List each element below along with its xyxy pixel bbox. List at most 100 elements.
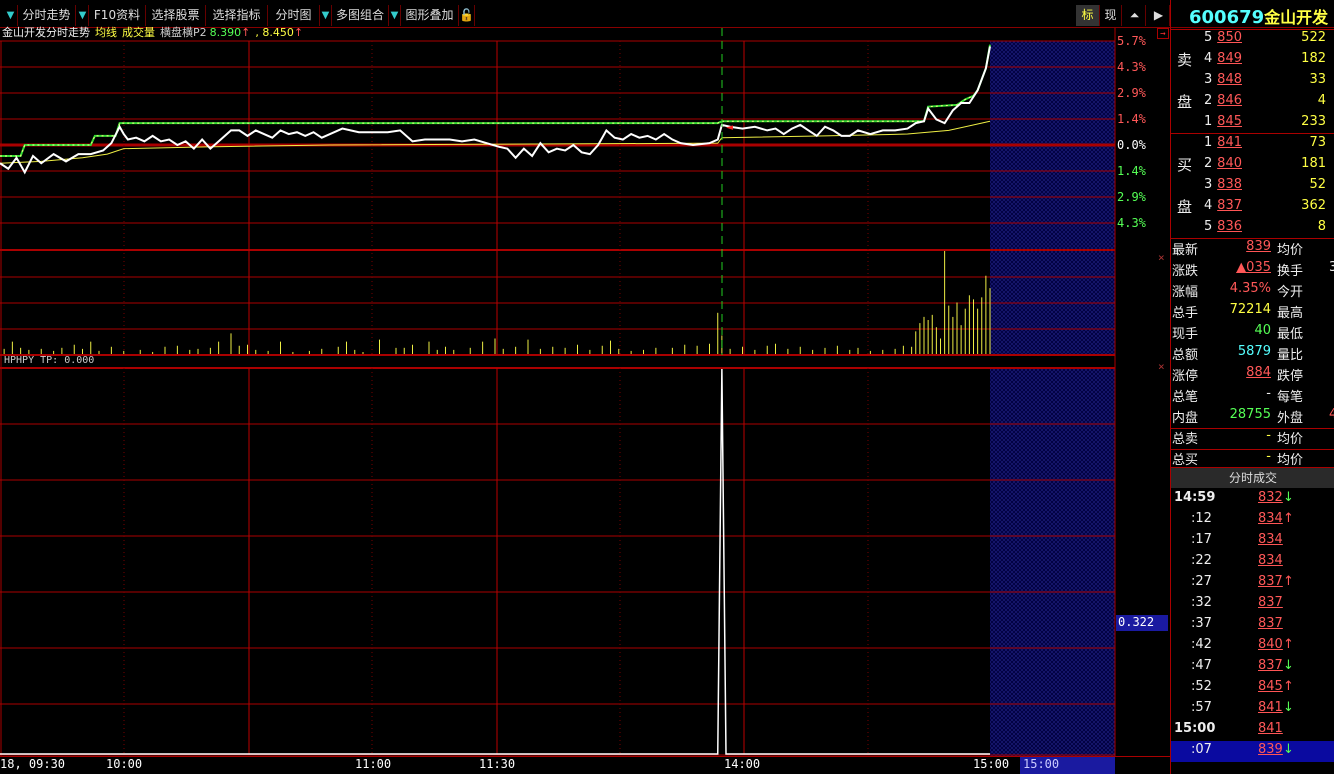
tick-time: 15:00 [1174,721,1216,736]
indicator-line [0,368,990,755]
stat-label: 总买 [1172,453,1199,468]
ask-price: 845 [1217,114,1242,129]
stat-label: 最新 [1172,243,1199,258]
level: 5 [1204,219,1213,234]
up-arrow-icon: ↑ [1283,511,1294,526]
bid-price: 838 [1217,177,1242,192]
bid-price: 837 [1217,198,1242,213]
stat-label: 内盘 [1172,411,1199,426]
stat-value: - [1266,428,1271,443]
stat-label: 总额 [1172,348,1199,363]
ask-price: 850 [1217,30,1242,45]
time-label: 18, 09:30 [0,757,66,771]
price-marker: ◄ [726,123,733,133]
price-axis-label: 5.7% [1117,34,1146,48]
indicator-value-tag: 0.322 [1116,615,1168,631]
price-axis-label: 2.9% [1117,190,1146,204]
tick-time: :52 [1191,679,1212,694]
tick-time: :27 [1191,574,1212,589]
up-arrow-icon: ↑ [1283,637,1294,652]
stat-label: 均价 [1277,432,1304,447]
ask-volume: 182 [1301,51,1326,66]
down-arrow-icon: ↓ [1283,700,1294,715]
intraday-chart[interactable]: ◄ [0,0,1170,774]
time-label: 11:30 [479,757,516,771]
tick-time: :22 [1191,553,1212,568]
level: 3 [1204,177,1213,192]
stat-label: 涨跌 [1172,264,1199,279]
stat-label: 外盘 [1277,411,1304,426]
tick-price: 837 [1258,595,1283,610]
buy-label: 盘 [1177,198,1193,216]
stat-label: 最低 [1277,327,1304,342]
stat-value: ▲035 [1236,260,1271,275]
ticks-header[interactable]: 分时成交 [1171,467,1334,488]
tick-time: :17 [1191,532,1212,547]
up-arrow-icon: ↑ [1283,574,1294,589]
stat-label: 量比 [1277,348,1304,363]
ask-volume: 4 [1317,93,1326,108]
time-axis: 18, 09:30 10:00 11:00 11:30 14:00 15:00 … [0,756,1170,774]
tick-price: 837 [1258,574,1283,589]
price-axis-label: 1.4% [1117,164,1146,178]
stat-label: 涨幅 [1172,285,1199,300]
ask-price: 846 [1217,93,1242,108]
ask-volume: 33 [1309,72,1326,87]
tick-price: 834 [1258,553,1283,568]
up-arrow-icon: ↑ [1283,679,1294,694]
tick-price: 845 [1258,679,1283,694]
average-price-line [0,120,991,164]
tick-price: 834 [1258,532,1283,547]
sell-label: 卖 [1177,51,1193,69]
stat-label: 均价 [1277,453,1304,468]
level: 1 [1204,135,1213,150]
stat-value: 5879 [1237,344,1271,359]
time-label: 15:00 [973,757,1010,771]
ask-volume: 522 [1301,30,1326,45]
stat-label: 总笔 [1172,390,1199,405]
bid-volume: 73 [1309,135,1326,150]
stat-label: 均价 [1277,243,1304,258]
level: 4 [1204,51,1213,66]
tick-price: 834 [1258,511,1283,526]
expand-icon[interactable]: → [1157,28,1169,39]
close-pane-icon[interactable]: × [1158,251,1165,264]
price-axis-label: 4.3% [1117,60,1146,74]
tick-time: :32 [1191,595,1212,610]
cursor-time-tag: 15:00 [1020,757,1115,774]
bid-price: 841 [1217,135,1242,150]
price-axis-label: 2.9% [1117,86,1146,100]
bid-volume: 52 [1309,177,1326,192]
price-axis-label: 0.0% [1117,138,1146,152]
price-axis-label: 4.3% [1117,216,1146,230]
stat-value: 4 [1329,407,1334,422]
tick-price: 840 [1258,637,1283,652]
tick-price: 837 [1258,616,1283,631]
stat-value: 839 [1246,239,1271,254]
stat-label: 今开 [1277,285,1304,300]
level: 2 [1204,93,1213,108]
down-arrow-icon: ↓ [1283,742,1294,757]
stat-label: 最高 [1277,306,1304,321]
close-pane-icon[interactable]: × [1158,360,1165,373]
tick-price: 837 [1258,658,1283,673]
ask-price: 848 [1217,72,1242,87]
tick-price: 832 [1258,490,1283,505]
level: 1 [1204,114,1213,129]
tick-price: 841 [1258,700,1283,715]
time-label: 10:00 [106,757,143,771]
stat-label: 每笔 [1277,390,1304,405]
price-axis-label: 1.4% [1117,112,1146,126]
indicator-title: HPHPY TP: 0.000 [4,355,95,366]
level: 3 [1204,72,1213,87]
stock-header: 600679金山开发 [1189,4,1328,28]
tick-time: :47 [1191,658,1212,673]
stat-value: - [1266,386,1271,401]
bid-volume: 8 [1317,219,1326,234]
sell-label: 盘 [1177,93,1193,111]
tick-time: 14:59 [1174,490,1216,505]
stat-label: 总手 [1172,306,1199,321]
time-label: 14:00 [724,757,761,771]
stat-value: 3 [1329,260,1334,275]
tick-time: :07 [1191,742,1212,757]
